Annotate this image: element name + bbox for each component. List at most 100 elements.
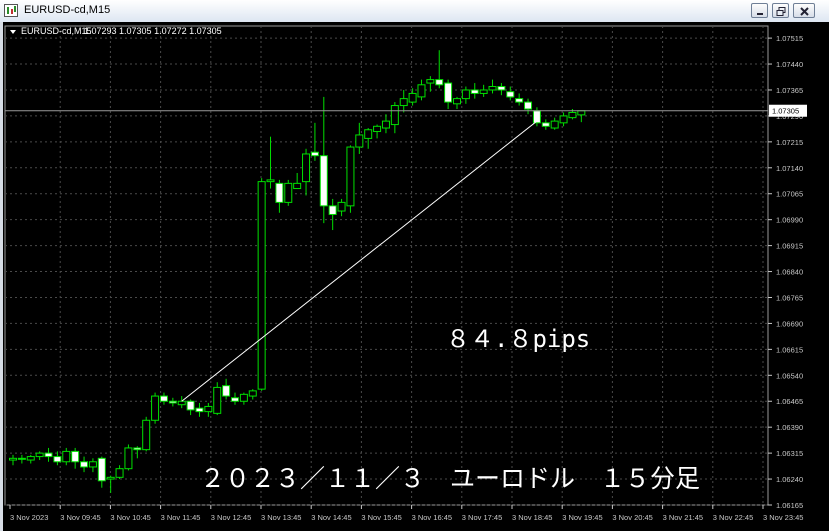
x-tick-label: 3 Nov 12:45 xyxy=(211,513,251,522)
bear-candle-body xyxy=(80,461,89,468)
symbol-label: EURUSD-cd,M15 xyxy=(21,26,92,36)
y-tick-label: 1.06465 xyxy=(776,397,803,406)
x-tick-label: 3 Nov 17:45 xyxy=(462,513,502,522)
bull-candle-body xyxy=(62,450,71,463)
bull-candle-body xyxy=(426,79,435,84)
bull-candle-body xyxy=(88,461,97,468)
y-tick-label: 1.06240 xyxy=(776,475,803,484)
bull-candle-body xyxy=(248,390,257,397)
close-button[interactable] xyxy=(793,3,815,18)
candle xyxy=(346,145,355,213)
bear-candle-body xyxy=(328,205,337,215)
x-tick-label: 3 Nov 14:45 xyxy=(311,513,351,522)
bull-candle-body xyxy=(266,179,275,183)
title-bar[interactable]: EURUSD-cd,M15 xyxy=(0,0,829,23)
bear-candle-body xyxy=(497,86,506,91)
y-tick-label: 1.06915 xyxy=(776,242,803,251)
y-tick-label: 1.07440 xyxy=(776,60,803,69)
candle xyxy=(213,382,222,416)
bull-candle-body xyxy=(284,182,293,203)
bear-candle-body xyxy=(168,400,177,404)
bull-candle-body xyxy=(35,452,44,458)
x-tick-label: 3 Nov 2023 xyxy=(10,513,48,522)
y-tick-label: 1.06765 xyxy=(776,293,803,302)
bear-candle-body xyxy=(71,450,80,463)
y-tick-label: 1.06390 xyxy=(776,423,803,432)
terminal-window: EURUSD-cd,M15 3 Nov 2023 3 Nov 09:45 3 Nov… xyxy=(0,0,829,531)
bear-candle-body xyxy=(435,79,444,86)
x-tick-label: 3 Nov 16:45 xyxy=(412,513,452,522)
bull-candle-body xyxy=(461,89,470,100)
y-tick-label: 1.06540 xyxy=(776,371,803,380)
y-tick-label: 1.07140 xyxy=(776,164,803,173)
current-price-label: 1.07305 xyxy=(772,107,799,116)
x-tick-label: 3 Nov 23:45 xyxy=(763,513,803,522)
bull-candle-body xyxy=(577,110,586,116)
bull-candle-body xyxy=(364,129,373,139)
candlestick-chart[interactable]: 3 Nov 2023 3 Nov 09:45 3 Nov 10:45 3 Nov 11… xyxy=(0,22,829,531)
candle xyxy=(142,416,151,452)
bear-candle-body xyxy=(44,452,53,458)
bear-candle-body xyxy=(470,89,479,94)
bull-candle-body xyxy=(550,120,559,129)
ohlc-readout: 1.07293 1.07305 1.07272 1.07305 xyxy=(84,26,222,36)
y-tick-label: 1.06690 xyxy=(776,319,803,328)
x-tick-label: 3 Nov 15:45 xyxy=(361,513,401,522)
bear-candle-body xyxy=(159,395,168,402)
candle xyxy=(284,179,293,206)
chart-app-icon xyxy=(4,4,18,17)
bull-candle-body xyxy=(177,400,186,406)
close-icon xyxy=(800,7,809,16)
bull-candle-body xyxy=(346,146,355,207)
x-tick-label: 3 Nov 09:45 xyxy=(60,513,100,522)
bull-candle-body xyxy=(408,92,417,103)
y-tick-label: 1.07065 xyxy=(776,190,803,199)
bear-candle-body xyxy=(133,447,142,451)
bull-candle-body xyxy=(381,120,390,129)
y-tick-label: 1.06165 xyxy=(776,501,803,510)
bull-candle-body xyxy=(142,419,151,451)
bull-candle-body xyxy=(479,89,488,94)
y-tick-label: 1.06615 xyxy=(776,345,803,354)
bear-candle-body xyxy=(195,407,204,413)
bull-candle-body xyxy=(239,393,248,402)
minimize-button[interactable] xyxy=(751,3,768,18)
bear-candle-body xyxy=(506,91,515,98)
bear-candle-body xyxy=(444,82,453,103)
x-tick-label: 3 Nov 22:45 xyxy=(713,513,753,522)
bull-candle-body xyxy=(302,153,311,183)
pips-annotation[interactable]: ８４.８pips xyxy=(446,325,590,353)
bull-candle-body xyxy=(559,115,568,124)
bull-candle-body xyxy=(453,98,461,105)
y-tick-label: 1.07515 xyxy=(776,34,803,43)
bull-candle-body xyxy=(390,105,399,126)
bear-candle-body xyxy=(222,385,231,397)
bull-candle-body xyxy=(257,181,266,390)
bull-candle-body xyxy=(488,86,497,91)
bear-candle-body xyxy=(97,457,106,482)
candle xyxy=(124,444,133,471)
bull-candle-body xyxy=(213,386,222,414)
x-tick-label: 3 Nov 20:45 xyxy=(612,513,652,522)
x-tick-label: 3 Nov 10:45 xyxy=(110,513,150,522)
bull-candle-body xyxy=(151,395,160,421)
bear-candle-body xyxy=(541,122,550,127)
maximize-button[interactable] xyxy=(772,3,789,18)
x-tick-label: 3 Nov 11:45 xyxy=(161,513,201,522)
bull-candle-body xyxy=(568,111,577,119)
x-tick-label: 3 Nov 21:45 xyxy=(663,513,703,522)
bull-candle-body xyxy=(204,405,213,413)
y-tick-label: 1.06990 xyxy=(776,216,803,225)
bull-candle-body xyxy=(106,476,115,480)
bull-candle-body xyxy=(337,201,346,212)
caption-annotation[interactable]: ２０２３／１１／３ ユーロドル １５分足 xyxy=(200,464,700,493)
bear-candle-body xyxy=(532,110,541,124)
bull-candle-body xyxy=(417,84,426,98)
window-title: EURUSD-cd,M15 xyxy=(24,4,111,16)
minimize-icon xyxy=(757,13,763,15)
y-tick-label: 1.07215 xyxy=(776,138,803,147)
bear-candle-body xyxy=(310,151,319,157)
bull-candle-body xyxy=(17,457,26,460)
bear-candle-body xyxy=(524,101,533,110)
bear-candle-body xyxy=(231,397,239,402)
